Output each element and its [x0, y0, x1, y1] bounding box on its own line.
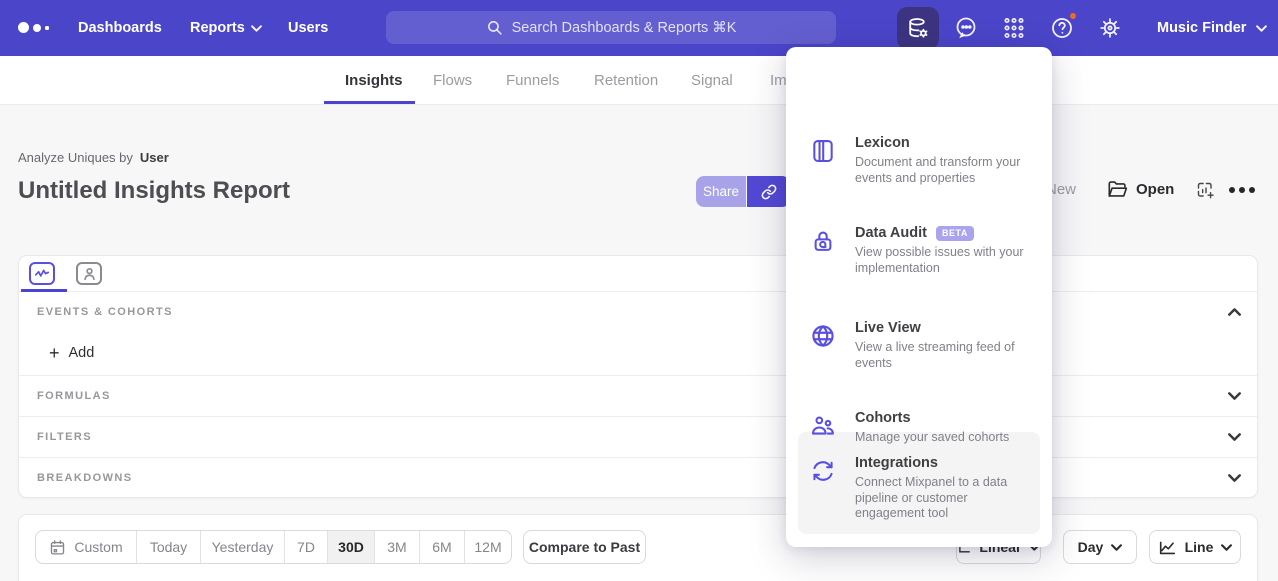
database-gear-icon — [906, 16, 930, 40]
audit-lock-icon — [810, 228, 836, 254]
add-to-board-icon[interactable] — [1196, 181, 1216, 201]
range-7d[interactable]: 7D — [285, 531, 328, 563]
data-tools-menu: Lexicon Document and transform your even… — [786, 47, 1052, 547]
nav-dashboards[interactable]: Dashboards — [78, 0, 162, 56]
range-today[interactable]: Today — [137, 531, 201, 563]
chevron-down-icon — [1221, 544, 1232, 551]
copy-link-button[interactable] — [747, 176, 790, 207]
analyze-entity[interactable]: User — [140, 150, 169, 165]
nav-reports[interactable]: Reports — [190, 0, 262, 56]
open-button[interactable]: Open — [1107, 180, 1174, 199]
nav-users[interactable]: Users — [288, 0, 328, 56]
active-tab-underline — [324, 101, 415, 104]
chevron-down-icon[interactable] — [1228, 474, 1241, 482]
chevron-up-icon[interactable] — [1228, 308, 1241, 316]
range-12m[interactable]: 12M — [465, 531, 511, 563]
line-chart-icon — [1158, 539, 1177, 556]
metrics-tab[interactable] — [29, 262, 55, 285]
menu-item-live-view[interactable]: Live View View a live streaming feed of … — [810, 320, 1028, 371]
tab-retention[interactable]: Retention — [594, 56, 658, 105]
chevron-down-icon — [251, 25, 262, 32]
add-event-row: + Add — [19, 332, 1257, 374]
analyze-subtitle: Analyze Uniques byUser — [18, 150, 169, 165]
section-breakdowns[interactable]: BREAKDOWNS — [19, 457, 1257, 498]
range-yesterday[interactable]: Yesterday — [201, 531, 285, 563]
mixpanel-logo-icon[interactable] — [18, 22, 54, 34]
folder-icon — [1107, 180, 1128, 199]
chevron-down-icon[interactable] — [1228, 392, 1241, 400]
tab-signal[interactable]: Signal — [691, 56, 733, 105]
chart-toolbar-card: Custom Today Yesterday 7D 30D 3M 6M 12M … — [18, 514, 1258, 581]
range-30d[interactable]: 30D — [328, 531, 375, 563]
more-menu-button[interactable] — [1229, 187, 1255, 193]
date-range-control: Custom Today Yesterday 7D 30D 3M 6M 12M — [35, 530, 512, 564]
query-builder-card: EVENTS & COHORTS + Add FORMULAS FILTERS … — [18, 255, 1258, 498]
tab-flows[interactable]: Flows — [433, 56, 472, 105]
builder-tabs — [19, 256, 1257, 292]
apps-grid-icon[interactable] — [1002, 16, 1026, 40]
report-title[interactable]: Untitled Insights Report — [18, 177, 290, 205]
project-name: Music Finder — [1157, 20, 1246, 36]
data-tools-button[interactable] — [897, 7, 939, 49]
feedback-icon[interactable] — [954, 16, 978, 40]
settings-gear-icon[interactable] — [1098, 16, 1122, 40]
tab-insights[interactable]: Insights — [345, 56, 403, 105]
search-icon — [486, 19, 503, 36]
cohorts-users-icon — [810, 413, 836, 439]
app-window: Dashboards Reports Users Search Dashboar… — [0, 0, 1278, 581]
link-icon — [761, 184, 777, 200]
section-formulas[interactable]: FORMULAS — [19, 375, 1257, 415]
range-3m[interactable]: 3M — [375, 531, 420, 563]
project-switcher[interactable]: Music Finder — [1157, 0, 1267, 56]
search-placeholder: Search Dashboards & Reports ⌘K — [512, 20, 737, 36]
menu-item-integrations[interactable]: Integrations Connect Mixpanel to a data … — [810, 455, 1028, 522]
range-custom[interactable]: Custom — [36, 531, 137, 563]
chevron-down-icon[interactable] — [1228, 433, 1241, 441]
add-event-button[interactable]: + Add — [49, 344, 94, 362]
notification-dot — [1068, 11, 1078, 21]
person-icon — [83, 267, 96, 281]
menu-item-data-audit[interactable]: Data Audit BETA View possible issues wit… — [810, 225, 1028, 276]
profiles-tab[interactable] — [76, 262, 102, 285]
chart-type-dropdown[interactable]: Line — [1149, 530, 1241, 564]
integrations-sync-icon — [810, 458, 836, 484]
section-filters[interactable]: FILTERS — [19, 416, 1257, 456]
globe-icon — [810, 323, 836, 349]
interval-dropdown[interactable]: Day — [1063, 530, 1137, 564]
compare-to-past-button[interactable]: Compare to Past — [523, 530, 646, 564]
menu-item-lexicon[interactable]: Lexicon Document and transform your even… — [810, 135, 1028, 186]
search-input[interactable]: Search Dashboards & Reports ⌘K — [386, 11, 836, 44]
chevron-down-icon — [1256, 25, 1267, 32]
tab-funnels[interactable]: Funnels — [506, 56, 559, 105]
share-button[interactable]: Share — [696, 176, 746, 207]
section-events-cohorts[interactable]: EVENTS & COHORTS — [19, 292, 1257, 332]
top-navbar: Dashboards Reports Users Search Dashboar… — [0, 0, 1278, 56]
calendar-icon — [49, 539, 66, 556]
plus-icon: + — [49, 344, 60, 362]
pulse-chart-icon — [34, 267, 50, 280]
chevron-down-icon — [1111, 544, 1122, 551]
beta-badge: BETA — [936, 226, 974, 241]
book-icon — [810, 138, 836, 164]
report-tabbar: Insights Flows Funnels Retention Signal … — [0, 56, 1278, 105]
range-6m[interactable]: 6M — [420, 531, 465, 563]
menu-item-cohorts[interactable]: Cohorts Manage your saved cohorts — [810, 410, 1028, 446]
